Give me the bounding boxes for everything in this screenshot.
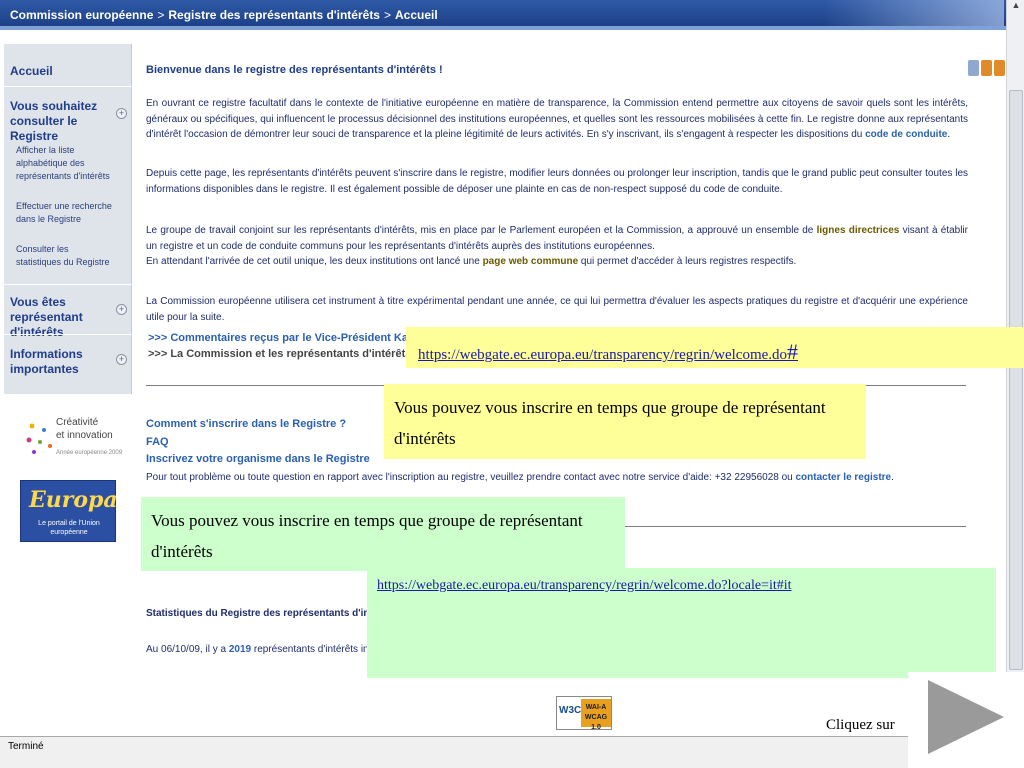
sidebar-divider (4, 284, 132, 285)
top-header: Commission européenne > Registre des repré… (0, 0, 1024, 30)
kallas-comments-link[interactable]: >>> Commentaires reçus par le Vice-Prési… (148, 330, 426, 346)
expand-plus-icon[interactable]: + (116, 354, 127, 365)
font-size-large-icon[interactable] (994, 60, 1005, 76)
breadcrumb-separator: > (383, 8, 391, 22)
green-note-text: Vous pouvez vous inscrire en temps que g… (151, 511, 583, 561)
expand-plus-icon[interactable]: + (116, 108, 127, 119)
yellow-url-callout: https://webgate.ec.europa.eu/transparenc… (406, 327, 1024, 368)
scroll-up-arrow-icon[interactable]: ▲ (1008, 0, 1024, 16)
sidebar-section-consulter[interactable]: Vous souhaitez consulter le Registre (10, 99, 114, 144)
print-icon[interactable] (968, 60, 979, 76)
header-stripe (0, 26, 1024, 30)
scroll-thumb[interactable] (1009, 90, 1023, 670)
sidebar-item-statistiques[interactable]: Consulter les statistiques du Registre (16, 243, 116, 269)
page-web-commune-link[interactable]: page web commune (483, 256, 579, 267)
font-size-small-icon[interactable] (981, 60, 992, 76)
creativite-logo-year: Année européenne 2009 (56, 450, 123, 456)
divider (624, 526, 966, 527)
usage-paragraph: Depuis cette page, les représentants d'i… (146, 168, 968, 195)
statistics-heading: Statistiques du Registre des représentan… (146, 608, 397, 619)
sidebar-item-accueil[interactable]: Accueil (10, 64, 114, 79)
breadcrumb-separator: > (157, 8, 165, 22)
green-note-callout: Vous pouvez vous inscrire en temps que g… (141, 497, 625, 571)
header-decoration (824, 0, 1004, 26)
code-de-conduite-link[interactable]: code de conduite (865, 129, 947, 140)
europa-logo-subtitle: Le portail de l'Union européenne (38, 520, 100, 536)
sidebar-section-informations[interactable]: Informations importantes (10, 347, 114, 377)
status-bar: Terminé (0, 736, 1024, 768)
yellow-note-callout: Vous pouvez vous inscrire en temps que g… (384, 384, 866, 459)
breadcrumb-item-commission[interactable]: Commission européenne (10, 8, 153, 22)
page-title: Bienvenue dans le registre des représent… (146, 64, 443, 76)
creativite-innovation-logo[interactable]: Créativité et innovation Année européenne… (24, 414, 124, 462)
breadcrumb-item-accueil: Accueil (395, 8, 438, 22)
groupe-travail-paragraph: Le groupe de travail conjoint sur les re… (146, 225, 968, 267)
creativite-logo-text: Créativité et innovation (56, 417, 113, 441)
europa-portal-logo[interactable]: Europa Le portail de l'Union européenne (20, 480, 118, 542)
sidebar-divider (4, 334, 132, 335)
italian-url-link[interactable]: https://webgate.ec.europa.eu/transparenc… (377, 578, 792, 594)
sidebar-item-liste-alphabetique[interactable]: Afficher la liste alphabétique des repré… (16, 144, 116, 183)
yellow-note-text: Vous pouvez vous inscrire en temps que g… (394, 398, 826, 448)
green-url-callout: https://webgate.ec.europa.eu/transparenc… (367, 568, 996, 678)
experimental-paragraph: La Commission européenne utilisera cet i… (146, 296, 968, 323)
play-arrow-icon (928, 680, 1004, 754)
breadcrumb-item-registre[interactable]: Registre des représentants d'intérêts (168, 8, 380, 22)
related-links: >>> Commentaires reçus par le Vice-Prési… (148, 330, 426, 362)
next-slide-button[interactable] (908, 672, 1024, 768)
page-tools (968, 60, 1008, 78)
breadcrumb: Commission européenne > Registre des repré… (10, 8, 438, 22)
registrant-count[interactable]: 2019 (229, 644, 251, 655)
sidebar: Accueil Vous souhaitez consulter le Regi… (4, 44, 132, 394)
wcag-badge[interactable]: W3C WAI-A WCAG 1.0 (556, 696, 612, 731)
sidebar-divider (4, 86, 132, 87)
europa-logo-word: Europa (29, 487, 118, 513)
w3c-logo-icon: W3C (559, 705, 582, 716)
stars-logo-icon (26, 423, 52, 454)
sidebar-item-recherche[interactable]: Effectuer une recherche dans le Registre (16, 200, 116, 226)
lignes-directrices-link[interactable]: lignes directrices (817, 225, 900, 236)
contacter-registre-link[interactable]: contacter le registre (796, 472, 892, 483)
commission-representants-link[interactable]: >>> La Commission et les représentants d… (148, 346, 426, 362)
cliquez-sur-text: Cliquez sur (826, 717, 895, 733)
status-text: Terminé (8, 741, 44, 752)
welcome-url-link[interactable]: https://webgate.ec.europa.eu/transparenc… (418, 339, 798, 365)
expand-plus-icon[interactable]: + (116, 304, 127, 315)
intro-paragraph: En ouvrant ce registre facultatif dans l… (146, 98, 968, 140)
wai-a-badge: WAI-A WCAG 1.0 (581, 699, 611, 731)
helpdesk-text: Pour tout problème ou toute question en … (146, 471, 894, 483)
